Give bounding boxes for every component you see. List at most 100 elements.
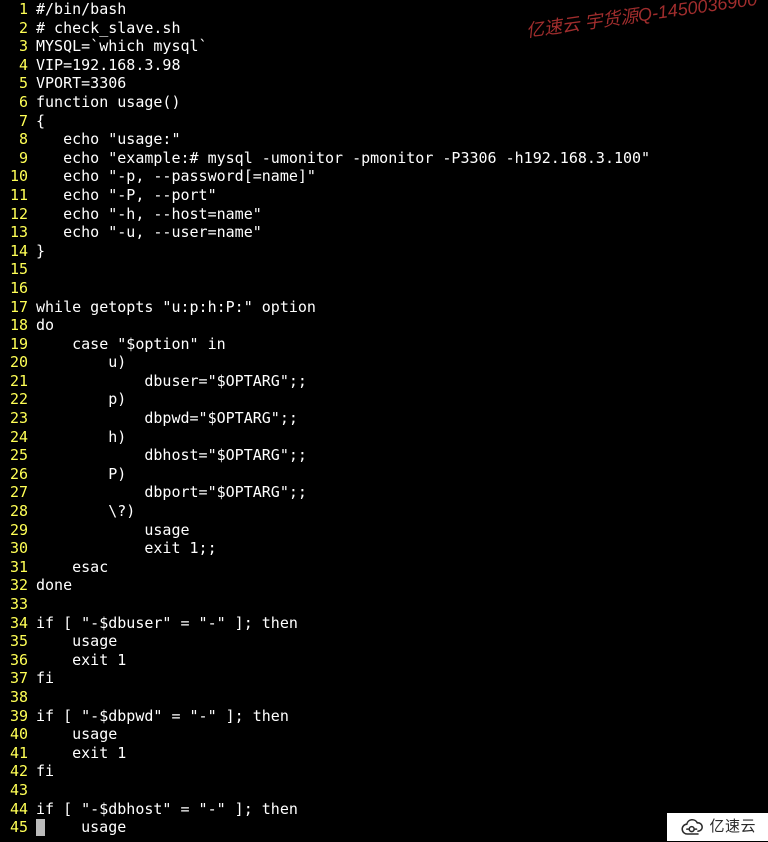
code-line[interactable]: 14} — [0, 242, 768, 261]
code-line[interactable]: 39if [ "-$dbpwd" = "-" ]; then — [0, 707, 768, 726]
code-line[interactable]: 26 P) — [0, 465, 768, 484]
line-number: 12 — [0, 205, 28, 224]
line-number: 1 — [0, 0, 28, 19]
code-text: usage — [28, 521, 190, 540]
line-number: 30 — [0, 539, 28, 558]
code-text: VPORT=3306 — [28, 74, 126, 93]
code-line[interactable]: 31 esac — [0, 558, 768, 577]
code-text: } — [28, 242, 45, 261]
code-line[interactable]: 10 echo "-p, --password[=name]" — [0, 167, 768, 186]
code-line[interactable]: 4VIP=192.168.3.98 — [0, 56, 768, 75]
code-line[interactable]: 29 usage — [0, 521, 768, 540]
code-line[interactable]: 32done — [0, 576, 768, 595]
code-text: fi — [28, 669, 54, 688]
code-line[interactable]: 40 usage — [0, 725, 768, 744]
code-line[interactable]: 2# check_slave.sh — [0, 19, 768, 38]
code-text: echo "-p, --password[=name]" — [28, 167, 316, 186]
line-number: 8 — [0, 130, 28, 149]
code-text: do — [28, 316, 54, 335]
line-number: 5 — [0, 74, 28, 93]
code-text: done — [28, 576, 72, 595]
code-line[interactable]: 16 — [0, 279, 768, 298]
code-line[interactable]: 23 dbpwd="$OPTARG";; — [0, 409, 768, 428]
code-line[interactable]: 5VPORT=3306 — [0, 74, 768, 93]
line-number: 28 — [0, 502, 28, 521]
code-line[interactable]: 35 usage — [0, 632, 768, 651]
code-text: function usage() — [28, 93, 181, 112]
code-line[interactable]: 1#/bin/bash — [0, 0, 768, 19]
code-line[interactable]: 41 exit 1 — [0, 744, 768, 763]
code-line[interactable]: 8 echo "usage:" — [0, 130, 768, 149]
line-number: 27 — [0, 483, 28, 502]
code-line[interactable]: 9 echo "example:# mysql -umonitor -pmoni… — [0, 149, 768, 168]
line-number: 36 — [0, 651, 28, 670]
code-text — [28, 688, 36, 707]
line-number: 31 — [0, 558, 28, 577]
line-number: 37 — [0, 669, 28, 688]
code-line[interactable]: 25 dbhost="$OPTARG";; — [0, 446, 768, 465]
code-text: usage — [28, 725, 117, 744]
code-text: if [ "-$dbhost" = "-" ]; then — [28, 800, 298, 819]
cloud-icon — [677, 817, 705, 837]
code-text: \?) — [28, 502, 135, 521]
line-number: 35 — [0, 632, 28, 651]
code-line[interactable]: 28 \?) — [0, 502, 768, 521]
line-number: 17 — [0, 298, 28, 317]
code-line[interactable]: 3MYSQL=`which mysql` — [0, 37, 768, 56]
code-line[interactable]: 30 exit 1;; — [0, 539, 768, 558]
code-line[interactable]: 11 echo "-P, --port" — [0, 186, 768, 205]
line-number: 43 — [0, 781, 28, 800]
code-text: if [ "-$dbpwd" = "-" ]; then — [28, 707, 289, 726]
code-line[interactable]: 6function usage() — [0, 93, 768, 112]
code-line[interactable]: 22 p) — [0, 390, 768, 409]
brand-text: 亿速云 — [709, 818, 756, 837]
code-text: usage — [28, 632, 117, 651]
line-number: 38 — [0, 688, 28, 707]
code-line[interactable]: 43 — [0, 781, 768, 800]
code-text: esac — [28, 558, 108, 577]
code-line[interactable]: 33 — [0, 595, 768, 614]
line-number: 13 — [0, 223, 28, 242]
code-line[interactable]: 45 usage — [0, 818, 768, 837]
code-text: #/bin/bash — [28, 0, 126, 19]
code-line[interactable]: 24 h) — [0, 428, 768, 447]
code-text: fi — [28, 762, 54, 781]
code-text: dbhost="$OPTARG";; — [28, 446, 307, 465]
code-editor[interactable]: 1#/bin/bash2# check_slave.sh3MYSQL=`whic… — [0, 0, 768, 837]
code-text: # check_slave.sh — [28, 19, 181, 38]
code-line[interactable]: 19 case "$option" in — [0, 335, 768, 354]
code-line[interactable]: 7{ — [0, 112, 768, 131]
code-line[interactable]: 13 echo "-u, --user=name" — [0, 223, 768, 242]
line-number: 16 — [0, 279, 28, 298]
code-line[interactable]: 15 — [0, 260, 768, 279]
code-line[interactable]: 36 exit 1 — [0, 651, 768, 670]
code-text — [28, 260, 36, 279]
code-line[interactable]: 27 dbport="$OPTARG";; — [0, 483, 768, 502]
code-text: u) — [28, 353, 126, 372]
line-number: 15 — [0, 260, 28, 279]
code-line[interactable]: 38 — [0, 688, 768, 707]
code-text — [28, 595, 36, 614]
code-line[interactable]: 17while getopts "u:p:h:P:" option — [0, 298, 768, 317]
code-text: case "$option" in — [28, 335, 226, 354]
code-line[interactable]: 42fi — [0, 762, 768, 781]
code-line[interactable]: 44if [ "-$dbhost" = "-" ]; then — [0, 800, 768, 819]
line-number: 22 — [0, 390, 28, 409]
code-line[interactable]: 12 echo "-h, --host=name" — [0, 205, 768, 224]
code-text: exit 1;; — [28, 539, 217, 558]
line-number: 42 — [0, 762, 28, 781]
code-text: usage — [28, 818, 126, 837]
code-line[interactable]: 20 u) — [0, 353, 768, 372]
code-text: P) — [28, 465, 126, 484]
code-line[interactable]: 21 dbuser="$OPTARG";; — [0, 372, 768, 391]
code-text: echo "-u, --user=name" — [28, 223, 262, 242]
code-text: if [ "-$dbuser" = "-" ]; then — [28, 614, 298, 633]
code-text: while getopts "u:p:h:P:" option — [28, 298, 316, 317]
code-line[interactable]: 34if [ "-$dbuser" = "-" ]; then — [0, 614, 768, 633]
code-line[interactable]: 18do — [0, 316, 768, 335]
line-number: 24 — [0, 428, 28, 447]
line-number: 34 — [0, 614, 28, 633]
line-number: 4 — [0, 56, 28, 75]
code-line[interactable]: 37fi — [0, 669, 768, 688]
line-number: 6 — [0, 93, 28, 112]
